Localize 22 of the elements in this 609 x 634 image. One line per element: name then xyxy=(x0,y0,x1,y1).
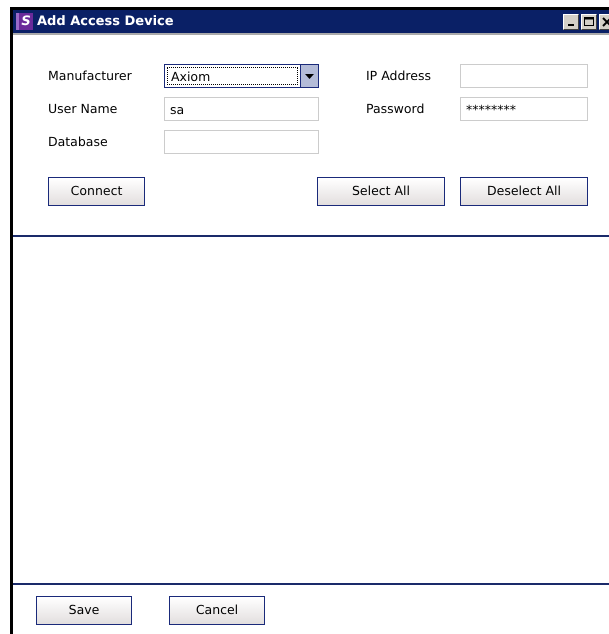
input-field[interactable]: sa xyxy=(164,97,319,121)
minimize-button[interactable] xyxy=(563,14,579,30)
select-all-button[interactable]: Select All xyxy=(317,177,445,206)
save-button[interactable]: Save xyxy=(36,596,132,625)
cancel-button[interactable]: Cancel xyxy=(169,596,265,625)
field-label: Manufacturer xyxy=(48,66,133,85)
caret-icon xyxy=(305,74,314,78)
manufacturer-dropdown[interactable]: Axiom xyxy=(164,64,319,88)
connect-button[interactable]: Connect xyxy=(48,177,145,206)
input-field[interactable] xyxy=(460,64,588,88)
minimize-icon xyxy=(568,24,574,26)
maximize-icon xyxy=(583,16,595,28)
deselect-all-button[interactable]: Deselect All xyxy=(460,177,588,206)
input-field[interactable]: ******** xyxy=(460,97,588,121)
maximize-button[interactable] xyxy=(581,14,597,30)
field-label: Password xyxy=(366,100,426,118)
window-title: Add Access Device xyxy=(37,12,175,31)
field-label: User Name xyxy=(48,100,118,118)
field-label: IP Address xyxy=(366,66,432,85)
input-field[interactable] xyxy=(164,130,319,154)
app-icon: S xyxy=(16,13,33,30)
field-label: Database xyxy=(48,132,109,151)
